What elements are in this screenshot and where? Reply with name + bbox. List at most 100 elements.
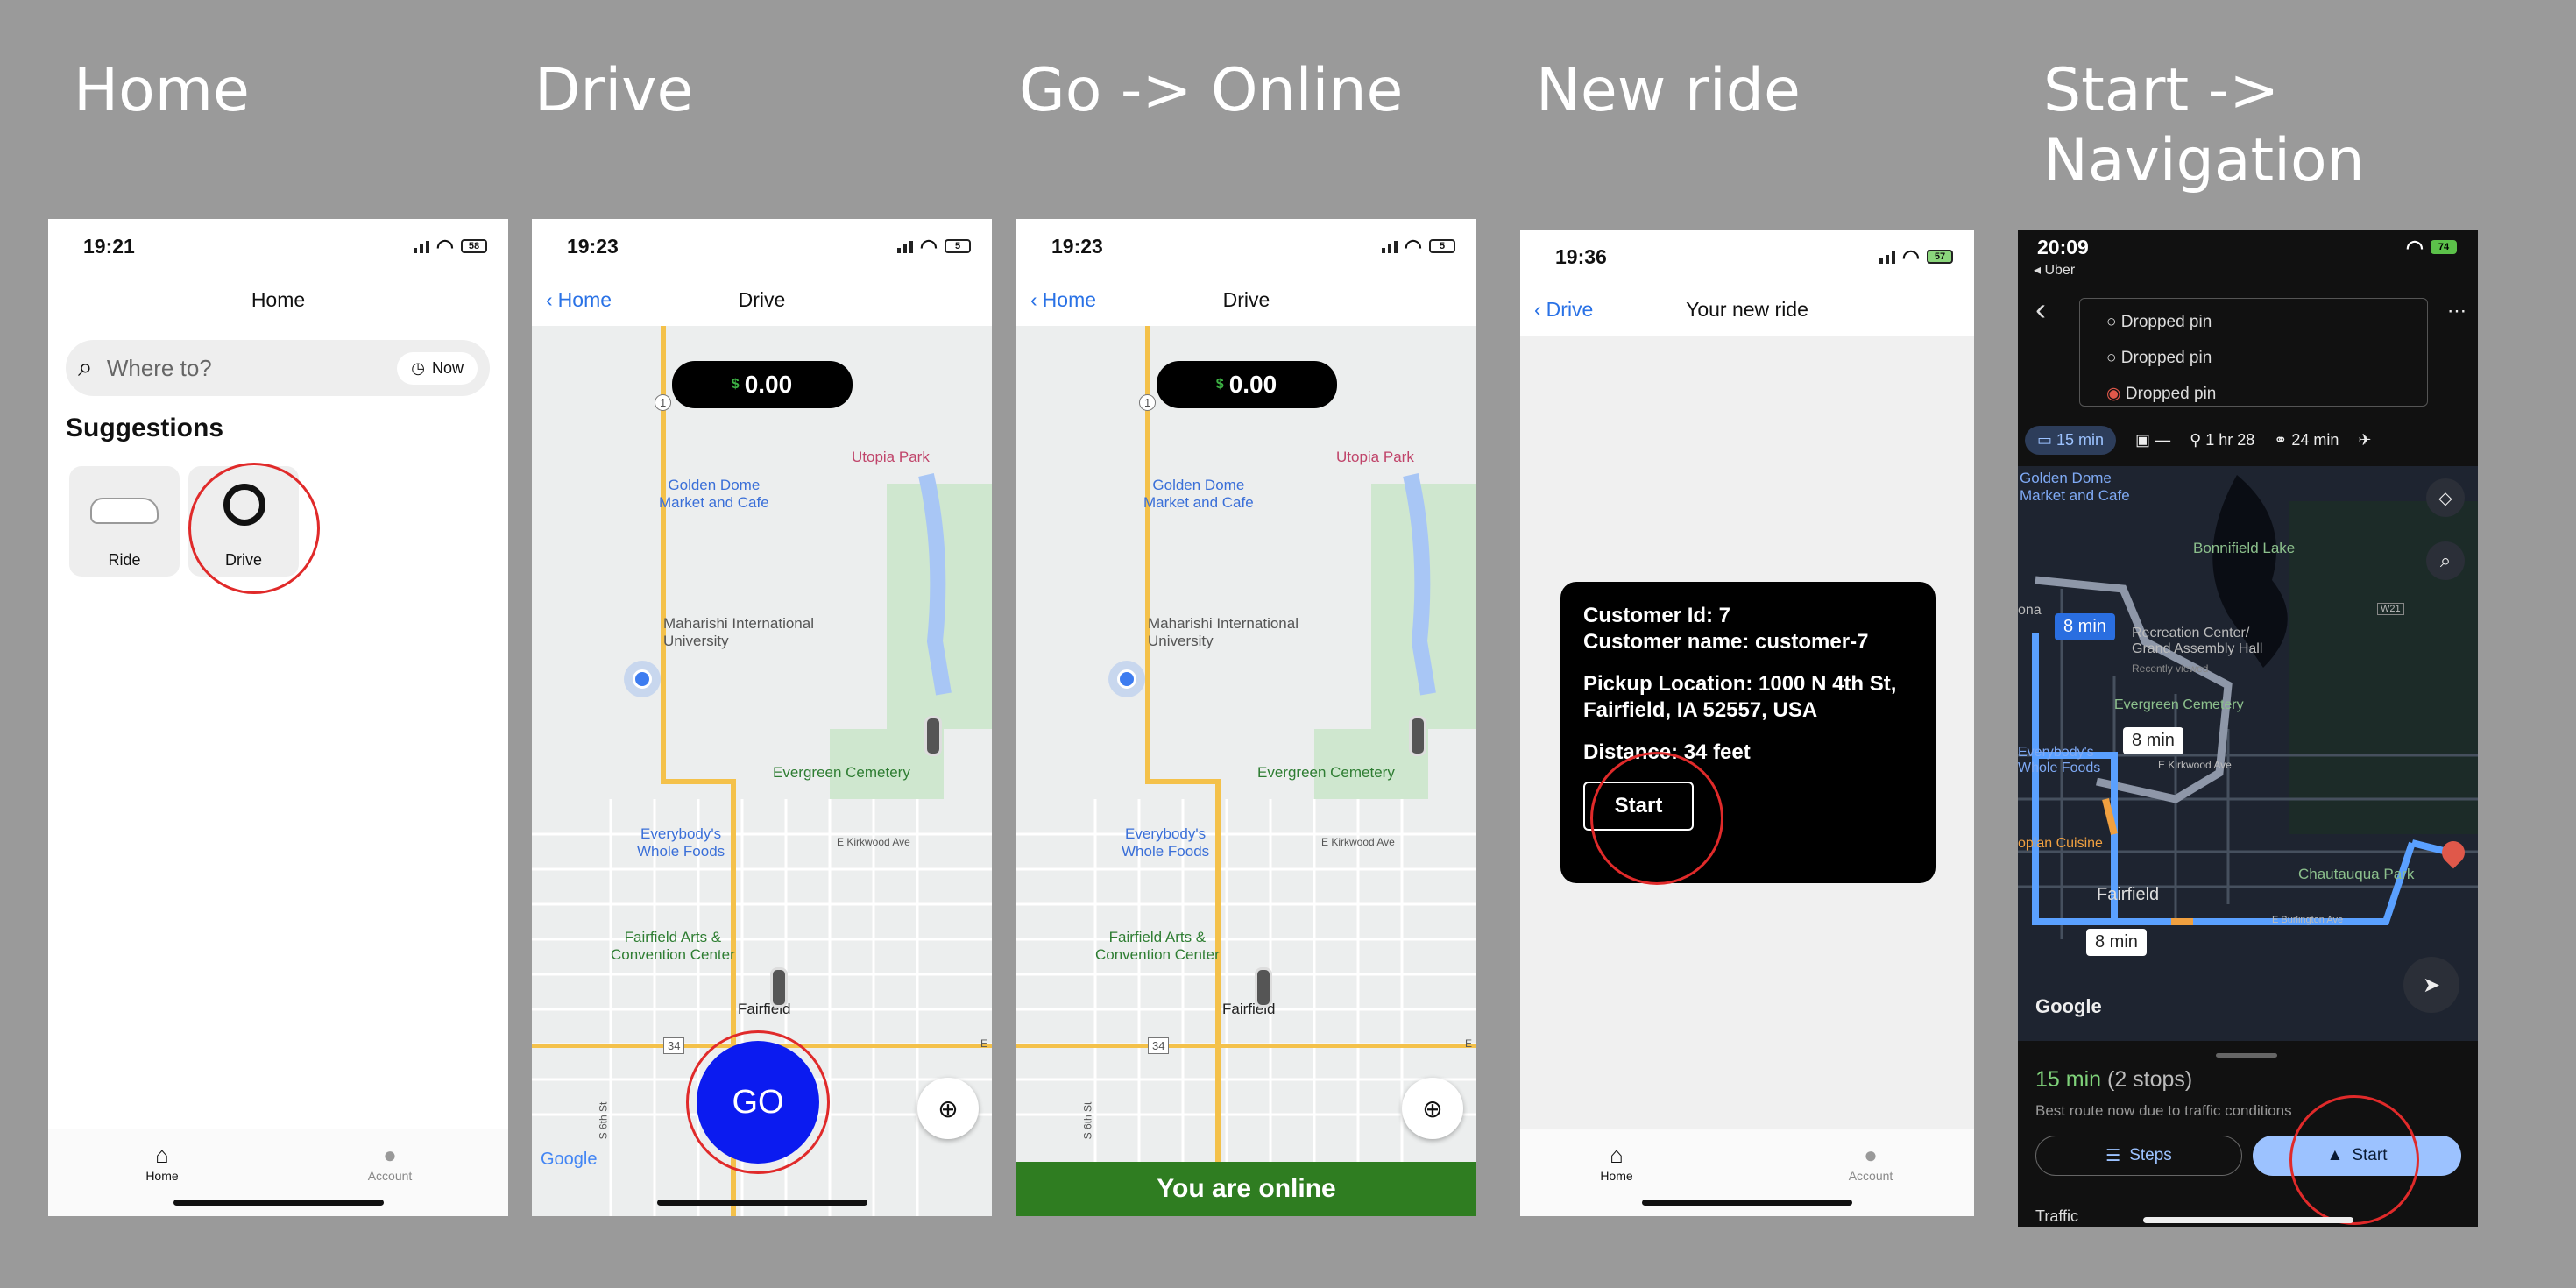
clock-icon: ◷: [411, 358, 425, 377]
wifi-icon: ◠: [435, 234, 454, 258]
mode-bike[interactable]: ⚭ 24 min: [2274, 431, 2339, 449]
map-label-mum: Maharishi International University: [1148, 615, 1299, 649]
status-bar: 19:36 ◠ 57: [1520, 230, 1974, 284]
stop-item[interactable]: ◉ Dropped pin: [2106, 376, 2427, 412]
status-bar: 19:23 ◠ 5: [1016, 219, 1476, 273]
mode-car[interactable]: ▭ 15 min: [2025, 425, 2117, 455]
mode-flight[interactable]: ✈: [2358, 431, 2371, 449]
phone-home: 19:21 ◠ 58 Home ⌕ Where to? ◷ Now Suggesti…: [48, 219, 508, 1216]
map-label-utopia: Utopia Park: [1336, 449, 1414, 465]
map-label-cuisine: opian Cuisine: [2018, 836, 2103, 851]
page-title: Home: [251, 287, 306, 311]
tab-account[interactable]: ● Account: [1818, 1142, 1923, 1183]
back-button[interactable]: ‹ Home: [546, 288, 612, 312]
more-icon[interactable]: ⋯: [2447, 300, 2466, 322]
crosshair-icon: ⊕: [938, 1094, 959, 1122]
map-view[interactable]: $0.00 Utopia Park Golden Dome Market and…: [532, 326, 992, 1216]
mode-walk[interactable]: ⚲ 1 hr 28: [2190, 431, 2254, 449]
wifi-icon: ◠: [1901, 244, 1920, 268]
back-label: Home: [557, 287, 612, 311]
map-label-kirkwood: E Kirkwood Ave: [837, 836, 910, 848]
home-icon: ⌂: [155, 1142, 169, 1168]
map-label-fairfield: Fairfield: [2097, 885, 2160, 904]
map-label-everybody: Everybody's Whole Foods: [637, 825, 725, 860]
plane-icon: ✈: [2358, 430, 2372, 449]
map-label-kirkwood: E Kirkwood Ave: [1321, 836, 1395, 848]
highlight-ring: [1590, 752, 1723, 885]
now-button[interactable]: ◷ Now: [397, 351, 478, 385]
road-w21: W21: [2377, 603, 2404, 615]
layers-button[interactable]: ◇: [2426, 478, 2465, 517]
map-label-everybody: Everybody's Whole Foods: [2018, 745, 2101, 775]
now-label: Now: [431, 358, 464, 377]
chevron-left-icon: ‹: [546, 287, 553, 311]
google-logo: Google: [541, 1150, 598, 1169]
caption-new-ride: New ride: [1536, 56, 1801, 125]
summary-stops: (2 stops): [2107, 1067, 2193, 1092]
person-icon: ●: [383, 1142, 397, 1168]
steps-button[interactable]: ☰ Steps: [2035, 1136, 2242, 1176]
signal-icon: [1879, 250, 1895, 264]
battery-icon: 58: [461, 239, 487, 253]
nav-bar: ‹ Home Drive: [1016, 273, 1476, 326]
stop-item[interactable]: ○ Dropped pin: [2106, 340, 2427, 376]
back-label: Drive: [1546, 298, 1594, 321]
signal-icon: [1381, 239, 1398, 253]
status-time: 19:36: [1555, 244, 1607, 268]
pickup-location: Pickup Location: 1000 N 4th St, Fairfiel…: [1583, 672, 1897, 722]
nav-back-button[interactable]: ‹: [2035, 291, 2046, 328]
recenter-button[interactable]: ⊕: [1402, 1078, 1463, 1139]
page-title: Your new ride: [1686, 298, 1808, 321]
map-label-arts: Fairfield Arts & Convention Center: [611, 929, 735, 963]
eta-label-3: 8 min: [2086, 929, 2147, 956]
phone-online: 19:23 ◠ 5 ‹ Home Drive $0.00 Utopia Park G…: [1016, 219, 1476, 1216]
travel-modes: ▭ 15 min ▣ — ⚲ 1 hr 28 ⚭ 24 min ✈: [2025, 424, 2471, 456]
traffic-label: Traffic: [2035, 1207, 2079, 1225]
mode-transit[interactable]: ▣ —: [2135, 431, 2170, 449]
search-icon: ⌕: [78, 353, 93, 382]
map-label-recent: Recently viewed: [2132, 662, 2209, 675]
steps-label: Steps: [2129, 1146, 2172, 1164]
nav-bar: ‹ Drive Your new ride: [1520, 284, 1974, 336]
current-location-icon: [633, 669, 652, 689]
back-button[interactable]: ‹ Drive: [1534, 298, 1593, 322]
wifi-icon: ◠: [1404, 234, 1422, 258]
currency-symbol: $: [731, 377, 740, 392]
drag-handle[interactable]: [2216, 1053, 2277, 1058]
home-indicator: [656, 1200, 867, 1206]
battery-icon: 5: [945, 239, 971, 253]
highlight-ring: [2289, 1095, 2419, 1225]
map-label-evergreen: Evergreen Cemetery: [1257, 764, 1395, 781]
stop-item[interactable]: ○ Dropped pin: [2106, 304, 2427, 340]
search-bar[interactable]: ⌕ Where to? ◷ Now: [66, 340, 490, 396]
back-to-app[interactable]: ◂ Uber: [2034, 261, 2075, 279]
recenter-button[interactable]: ➤: [2403, 957, 2459, 1013]
status-bar: 20:09 ◠ 74: [2018, 230, 2478, 265]
recenter-button[interactable]: ⊕: [917, 1078, 979, 1139]
map-label-bonnifield: Bonnifield Lake: [2193, 540, 2296, 556]
circle-icon: ○: [2106, 313, 2121, 331]
summary-time: 15 min: [2035, 1067, 2102, 1092]
back-button[interactable]: ‹ Home: [1030, 288, 1096, 312]
map-view[interactable]: $0.00 Utopia Park Golden Dome Market and…: [1016, 326, 1476, 1216]
tab-account[interactable]: ● Account: [337, 1142, 442, 1183]
map-label-golden: Golden Dome Market and Cafe: [659, 477, 769, 511]
nav-bar: ‹ Home Drive: [532, 273, 992, 326]
search-map-button[interactable]: ⌕: [2426, 541, 2465, 580]
search-input[interactable]: Where to?: [107, 355, 397, 382]
content-area: Customer Id: 7 Customer name: customer-7…: [1520, 336, 1974, 1129]
online-banner-text: You are online: [1157, 1174, 1336, 1203]
caption-home: Home: [74, 56, 250, 125]
status-bar: 19:21 ◠ 58: [48, 219, 508, 273]
suggestion-ride-label: Ride: [108, 551, 141, 569]
tab-home[interactable]: ⌂ Home: [1564, 1142, 1669, 1183]
suggestion-ride[interactable]: Ride: [69, 466, 180, 577]
highlight-ring: [686, 1030, 830, 1174]
google-logo: Google: [2035, 995, 2102, 1017]
circle-icon: ○: [2106, 349, 2121, 367]
tab-home[interactable]: ⌂ Home: [110, 1142, 215, 1183]
nav-map[interactable]: Golden Dome Market and Cafe Bonnifield L…: [2018, 466, 2478, 1041]
battery-icon: 74: [2431, 240, 2457, 254]
page-title: Drive: [738, 287, 786, 311]
person-icon: ●: [1864, 1142, 1878, 1168]
